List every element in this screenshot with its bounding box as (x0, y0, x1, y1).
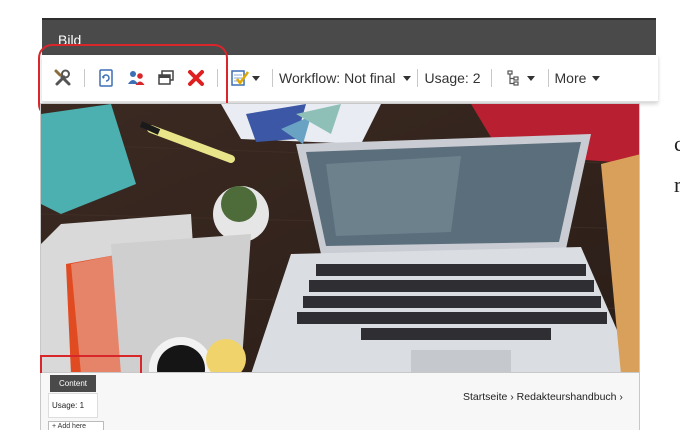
side-char-2: r (674, 172, 680, 197)
chevron-down-icon (403, 75, 412, 81)
more-label: More (554, 70, 587, 86)
add-here-button[interactable]: + Add here (48, 421, 104, 430)
content-badge-label: Content (58, 379, 88, 388)
more-dropdown[interactable]: More (555, 70, 601, 86)
usage-label: Usage: 2 (424, 70, 481, 86)
separator (272, 69, 273, 87)
side-text-fragment: r (674, 172, 680, 198)
workflow-label: Workflow: Not final (279, 70, 396, 86)
content-badge[interactable]: Content (50, 375, 96, 392)
chevron-down-icon (252, 75, 260, 81)
desk-photo[interactable] (40, 103, 640, 373)
separator (547, 69, 549, 87)
add-here-label: + Add here (52, 422, 87, 430)
breadcrumb-label: Startseite › Redakteurshandbuch › (463, 391, 623, 403)
chevron-down-icon (526, 75, 535, 81)
approve-icon[interactable] (228, 67, 262, 89)
desk-photo-image (41, 104, 639, 372)
usage-badge-label: Usage: 1 (52, 401, 85, 410)
side-char-1: c (674, 131, 680, 156)
separator (490, 69, 492, 87)
separator (417, 69, 419, 87)
usage-badge[interactable]: Usage: 1 (48, 393, 98, 418)
chevron-down-icon (592, 75, 601, 81)
tree-icon[interactable] (502, 67, 538, 89)
usage-button[interactable]: Usage: 2 (424, 70, 480, 86)
workflow-dropdown[interactable]: Workflow: Not final (279, 70, 412, 86)
side-text-fragment: c (674, 131, 680, 157)
breadcrumb[interactable]: Startseite › Redakteurshandbuch › (463, 391, 623, 403)
